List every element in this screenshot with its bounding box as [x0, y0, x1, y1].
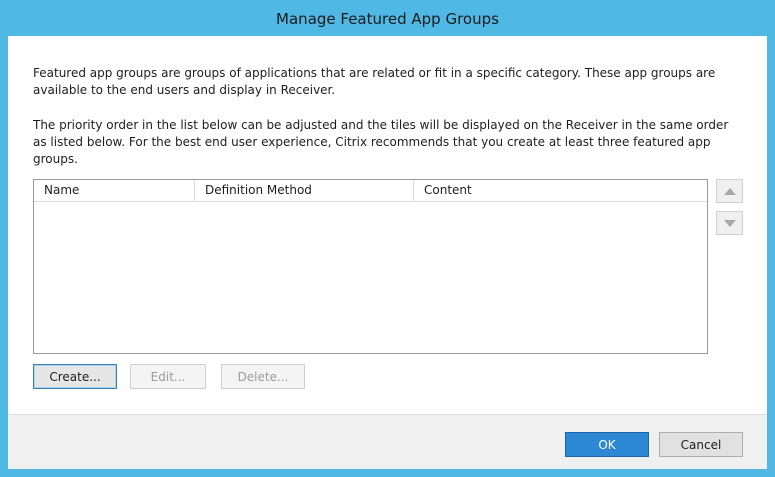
title-bar[interactable]: Manage Featured App Groups — [0, 0, 775, 36]
dialog-title: Manage Featured App Groups — [276, 10, 499, 28]
triangle-up-icon — [723, 187, 736, 195]
dialog-body: Featured app groups are groups of applic… — [8, 36, 767, 469]
dialog-footer: OK Cancel — [8, 414, 767, 469]
move-down-button[interactable] — [716, 211, 743, 235]
list-header: Name Definition Method Content — [34, 180, 707, 202]
column-header-name[interactable]: Name — [34, 180, 195, 201]
column-header-definition-method[interactable]: Definition Method — [195, 180, 414, 201]
delete-button[interactable]: Delete... — [221, 364, 305, 389]
column-header-content[interactable]: Content — [414, 180, 707, 201]
triangle-down-icon — [723, 219, 736, 227]
cancel-button[interactable]: Cancel — [659, 432, 743, 457]
description-paragraph-2: The priority order in the list below can… — [33, 118, 729, 166]
featured-app-groups-list[interactable]: Name Definition Method Content — [33, 179, 708, 354]
dialog-window: Manage Featured App Groups Featured app … — [0, 0, 775, 477]
ok-button[interactable]: OK — [565, 432, 649, 457]
description-paragraph-1: Featured app groups are groups of applic… — [33, 66, 716, 97]
create-button[interactable]: Create... — [33, 364, 117, 389]
edit-button[interactable]: Edit... — [130, 364, 206, 389]
move-up-button[interactable] — [716, 179, 743, 203]
